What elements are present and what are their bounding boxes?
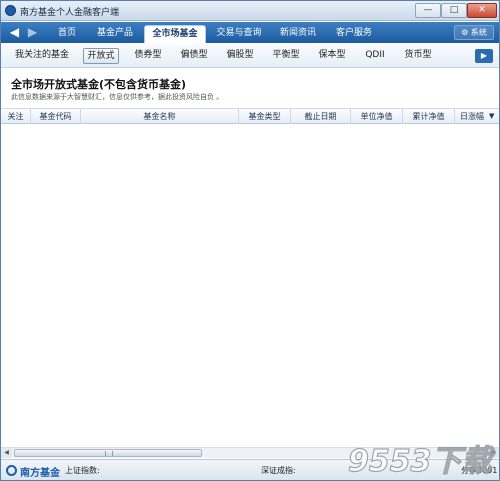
subtab-equity-biased[interactable]: 偏股型 — [221, 48, 259, 64]
shanghai-index-label: 上证指数: — [65, 466, 100, 475]
subtab-balanced[interactable]: 平衡型 — [267, 48, 305, 64]
scroll-left-icon[interactable]: ◀ — [1, 448, 12, 458]
fund-category-tabs: 我关注的基金 开放式 债券型 偏债型 偏股型 平衡型 保本型 QDII 货币型 … — [1, 44, 499, 68]
page-title: 全市场开放式基金(不包含货币基金) — [11, 78, 187, 91]
next-category-icon[interactable]: ▶ — [475, 49, 493, 63]
tab-news[interactable]: 新闻资讯 — [272, 25, 324, 43]
column-daily-change[interactable]: 日涨幅 — [455, 109, 489, 124]
subtab-my-followed[interactable]: 我关注的基金 — [9, 48, 75, 64]
main-nav: ◀ ▶ 首页 基金产品 全市场基金 交易与查询 新闻资讯 客户服务 ⚙ 系统 — [1, 22, 499, 43]
tab-customer-service[interactable]: 客户服务 — [328, 25, 380, 43]
fund-table-body[interactable] — [1, 125, 499, 447]
scrollbar-grip-icon — [105, 451, 113, 456]
status-right-text: 分享3001 — [461, 466, 498, 475]
status-bar: 南方基金 上证指数: 深证成指: 分享3001 — [1, 459, 499, 480]
app-window: 南方基金个人金融客户端 — □ ✕ ◀ ▶ 首页 基金产品 全市场基金 交易与查… — [0, 0, 500, 481]
column-accumulated-nav[interactable]: 累计净值 — [403, 109, 455, 124]
column-fund-name[interactable]: 基金名称 — [81, 109, 239, 124]
subtab-money-market[interactable]: 货币型 — [399, 48, 437, 64]
close-button[interactable]: ✕ — [467, 3, 497, 18]
horizontal-scrollbar[interactable]: ◀ ▶ — [1, 447, 499, 458]
sort-desc-icon[interactable]: ▼ — [489, 109, 497, 124]
subtab-qdii[interactable]: QDII — [359, 48, 391, 64]
forward-arrow-icon[interactable]: ▶ — [25, 25, 40, 40]
tab-trade-query[interactable]: 交易与查询 — [210, 25, 268, 43]
back-arrow-icon[interactable]: ◀ — [7, 25, 22, 40]
minimize-button[interactable]: — — [415, 3, 441, 18]
system-button[interactable]: ⚙ 系统 — [454, 25, 494, 40]
subtab-guaranteed[interactable]: 保本型 — [313, 48, 351, 64]
scroll-right-icon[interactable]: ▶ — [488, 448, 499, 458]
subtab-bond-biased[interactable]: 偏债型 — [175, 48, 213, 64]
scrollbar-thumb[interactable] — [14, 449, 202, 457]
tab-home[interactable]: 首页 — [49, 25, 85, 43]
tab-fund-products[interactable]: 基金产品 — [89, 25, 141, 43]
tab-all-market-funds[interactable]: 全市场基金 — [144, 25, 206, 43]
window-title: 南方基金个人金融客户端 — [20, 8, 120, 18]
subtab-open-end[interactable]: 开放式 — [83, 48, 119, 64]
brand-name: 南方基金 — [20, 468, 60, 479]
brand-logo-icon — [6, 465, 17, 476]
title-bar: 南方基金个人金融客户端 — □ ✕ — [1, 1, 499, 21]
column-fund-type[interactable]: 基金类型 — [239, 109, 291, 124]
column-unit-nav[interactable]: 单位净值 — [351, 109, 403, 124]
subtab-bond[interactable]: 债券型 — [129, 48, 167, 64]
column-follow[interactable]: 关注 — [1, 109, 31, 124]
app-logo-icon — [5, 5, 16, 16]
maximize-button[interactable]: □ — [441, 3, 467, 18]
shenzhen-index-label: 深证成指: — [261, 466, 296, 475]
column-fund-code[interactable]: 基金代码 — [31, 109, 81, 124]
data-disclaimer: 此信息数据来源于大智慧财汇，信息仅供参考，据此投资风险自负 。 — [11, 93, 224, 101]
fund-table-header: 关注 基金代码 基金名称 基金类型 截止日期 单位净值 累计净值 日涨幅 ▼ — [1, 108, 499, 124]
column-end-date[interactable]: 截止日期 — [291, 109, 351, 124]
